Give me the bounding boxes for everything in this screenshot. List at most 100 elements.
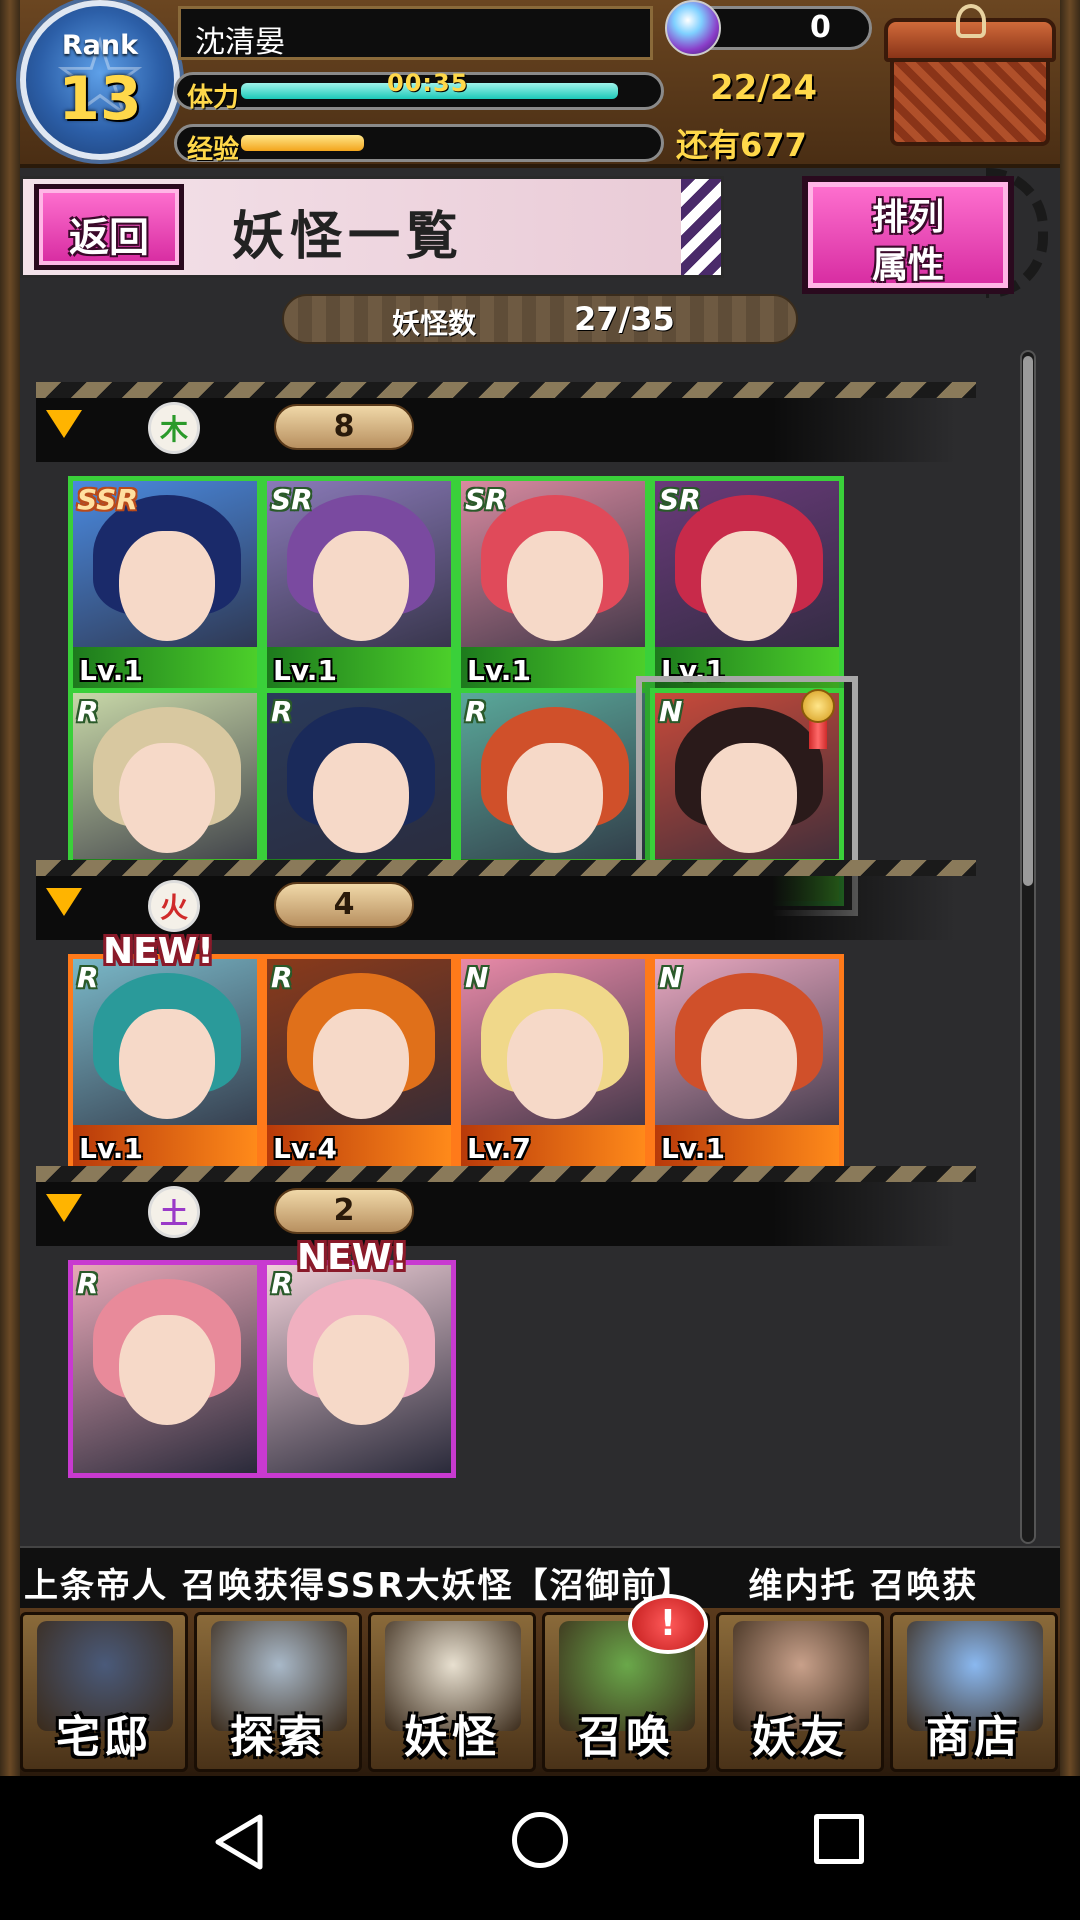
rank-label: Rank: [61, 30, 139, 61]
portrait-face: [119, 1009, 215, 1119]
right-frame: [1060, 0, 1080, 1776]
element-section-header[interactable]: 木8: [36, 382, 976, 462]
portrait-face: [507, 1009, 603, 1119]
rank-badge[interactable]: ☆ Rank 13: [20, 0, 180, 160]
monster-card[interactable]: R NEW!: [262, 1237, 456, 1478]
portrait-face: [119, 743, 215, 853]
monster-level: Lv.1: [661, 1132, 725, 1165]
portrait-face: [701, 1009, 797, 1119]
ticker-text: 上条帝人 召唤获得SSR大妖怪【沼御前】 维内托 召唤获: [24, 1566, 979, 1606]
element-section-header[interactable]: 土2: [36, 1166, 976, 1246]
exp-label: 经验: [187, 135, 240, 165]
monster-portrait: [273, 699, 445, 869]
portrait-face: [313, 1315, 409, 1425]
nav-label: 妖怪: [404, 1712, 500, 1763]
portrait-face: [507, 531, 603, 641]
nav-label: 商店: [926, 1712, 1022, 1763]
rarity-badge: N: [659, 695, 683, 728]
back-triangle-icon[interactable]: [214, 1814, 264, 1870]
rarity-badge: R: [77, 1267, 99, 1300]
rarity-badge: R: [77, 695, 99, 728]
monster-count-label: 妖怪数: [392, 307, 477, 340]
new-badge: NEW!: [297, 1237, 408, 1278]
player-name: 沈清晏: [195, 25, 285, 60]
orb-count: 0: [810, 10, 831, 45]
sort-label-line2: 属性: [871, 245, 944, 286]
stamina-value: 22/24: [710, 68, 818, 108]
monster-card[interactable]: Lv.1 SSR: [68, 476, 262, 694]
monster-card[interactable]: Lv.7 N: [456, 954, 650, 1172]
monster-card[interactable]: Lv.4 R: [262, 954, 456, 1172]
monster-card[interactable]: Lv.1 SR: [456, 476, 650, 694]
monster-portrait: [467, 699, 639, 869]
collapse-arrow-icon[interactable]: [46, 1194, 82, 1222]
exp-fill: [241, 135, 364, 151]
new-badge: NEW!: [103, 931, 214, 972]
element-icon: 火: [148, 880, 200, 932]
element-section-header[interactable]: 火4: [36, 860, 976, 940]
element-icon: 土: [148, 1186, 200, 1238]
nav-home-button[interactable]: 宅邸: [20, 1612, 188, 1772]
treasure-chest-button[interactable]: [884, 4, 1056, 152]
portrait-face: [701, 743, 797, 853]
portrait-face: [507, 743, 603, 853]
collapse-arrow-icon[interactable]: [46, 410, 82, 438]
rarity-badge: N: [659, 961, 683, 994]
summon-alert-badge: !: [628, 1594, 708, 1654]
portrait-face: [701, 531, 797, 641]
monster-portrait: [79, 1271, 251, 1441]
recent-apps-icon[interactable]: [814, 1814, 864, 1864]
page-title: 妖怪一覧: [232, 207, 465, 267]
rarity-badge: R: [77, 961, 99, 994]
back-button[interactable]: 返回: [34, 184, 184, 270]
collapse-arrow-icon[interactable]: [46, 888, 82, 916]
player-name-box: 沈清晏: [178, 6, 653, 60]
monster-level: Lv.4: [273, 1132, 337, 1165]
nav-explore-button[interactable]: 探索: [194, 1612, 362, 1772]
nav-shop-button[interactable]: 商店: [890, 1612, 1058, 1772]
scrollbar-thumb[interactable]: [1023, 356, 1033, 886]
sort-attribute-button[interactable]: 排列 属性: [802, 176, 1014, 294]
stamina-bar: 体力 00:35: [174, 69, 664, 113]
game-screen: ☆ Rank 13 沈清晏 体力 00:35 22/24 经验 还有677 0: [0, 0, 1080, 1776]
monster-portrait: [79, 699, 251, 869]
rarity-badge: R: [271, 1267, 293, 1300]
monster-count-value: 27/35: [574, 300, 675, 338]
element-icon: 木: [148, 402, 200, 454]
sort-label-line1: 排列: [871, 197, 944, 238]
monster-portrait: [661, 965, 833, 1135]
back-label: 返回: [69, 215, 149, 261]
section-count: 8: [274, 404, 414, 450]
home-circle-icon[interactable]: [512, 1812, 568, 1868]
monster-card[interactable]: Lv.1 N: [650, 954, 844, 1172]
rank-value: 13: [58, 64, 142, 134]
section-count: 4: [274, 882, 414, 928]
header-stripe: [36, 382, 976, 398]
portrait-face: [313, 1009, 409, 1119]
scrollbar[interactable]: [1020, 350, 1036, 1544]
stamina-timer: 00:35: [387, 69, 469, 97]
exp-remaining: 还有677: [676, 126, 807, 164]
monster-count-pill: 妖怪数 27/35: [282, 294, 798, 344]
monster-level: Lv.7: [467, 1132, 531, 1165]
rarity-badge: SR: [659, 483, 701, 516]
left-frame: [0, 0, 20, 1776]
rarity-badge: SSR: [77, 483, 138, 516]
player-header: ☆ Rank 13 沈清晏 体力 00:35 22/24 经验 还有677 0: [20, 0, 1060, 168]
monster-list[interactable]: 木8Lv.1SSRLv.1SRLv.1SRLv.1SRLv.1RLv.1RLv.…: [20, 350, 1060, 1544]
portrait-face: [119, 531, 215, 641]
nav-label: 召唤: [578, 1712, 674, 1763]
rarity-badge: R: [271, 695, 293, 728]
nav-friends-button[interactable]: 妖友: [716, 1612, 884, 1772]
monster-portrait: [273, 1271, 445, 1441]
spirit-orb-icon: [665, 0, 721, 56]
monster-card[interactable]: Lv.1 R NEW!: [68, 931, 262, 1172]
system-nav-bar: [0, 1776, 1080, 1920]
monster-card[interactable]: Lv.1 SR: [262, 476, 456, 694]
portrait-face: [313, 531, 409, 641]
monster-card[interactable]: Lv.1 SR: [650, 476, 844, 694]
nav-label: 探索: [230, 1712, 326, 1763]
monster-card[interactable]: R: [68, 1260, 262, 1478]
medal-icon: [801, 689, 835, 749]
nav-monsters-button[interactable]: 妖怪: [368, 1612, 536, 1772]
